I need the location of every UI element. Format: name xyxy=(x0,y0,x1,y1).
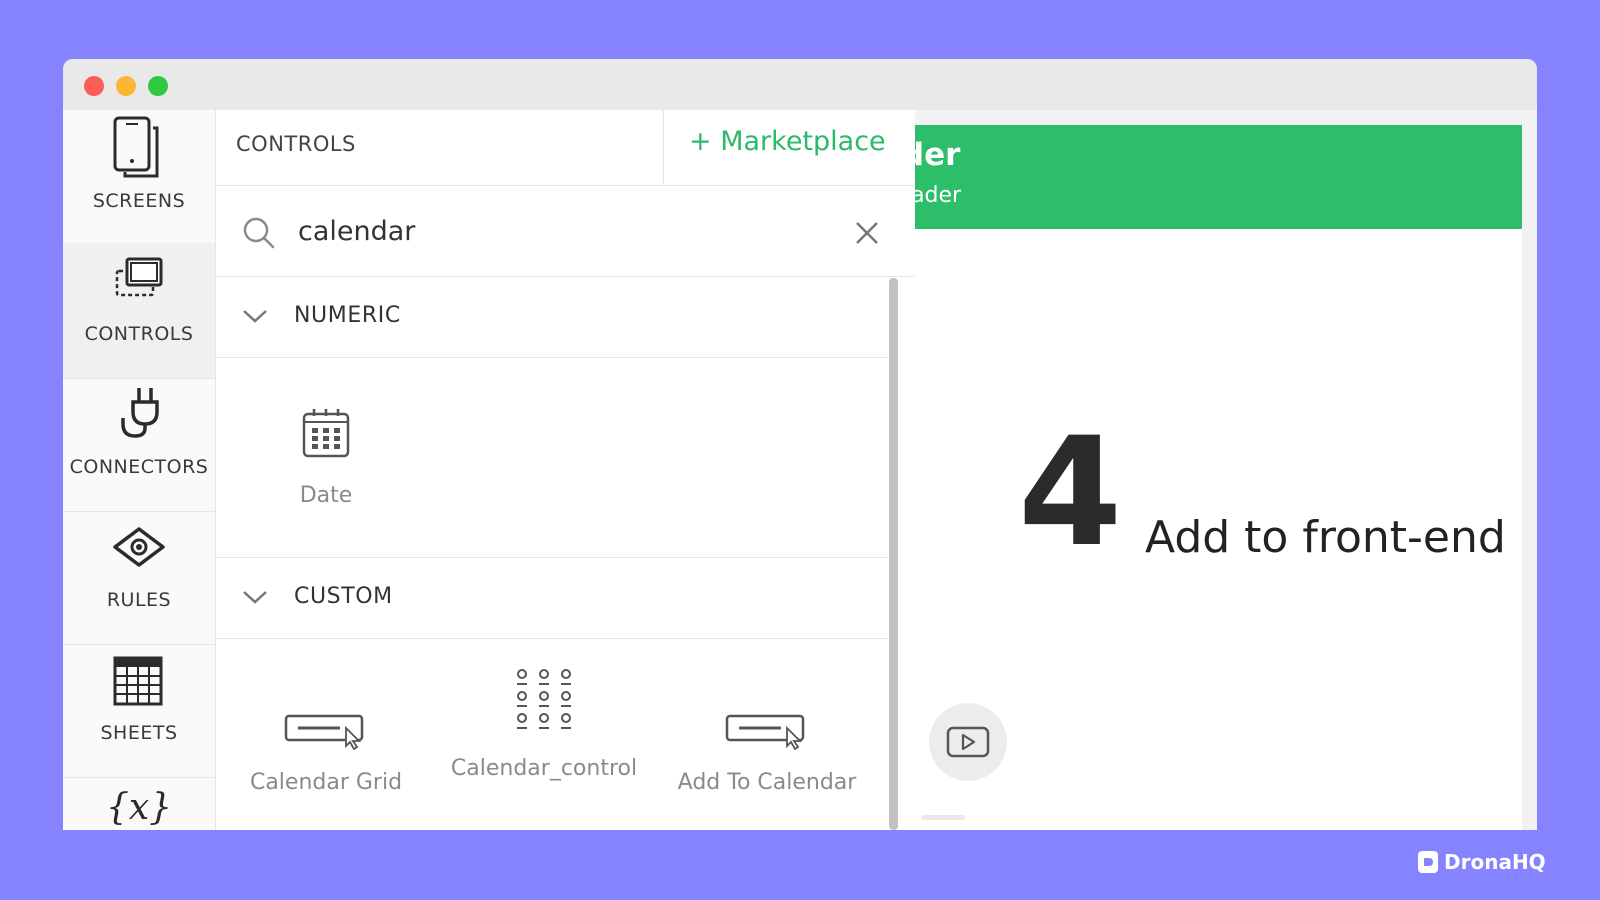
search-input[interactable] xyxy=(296,210,800,252)
control-item-label: Add To Calendar xyxy=(677,770,857,795)
section-title: CUSTOM xyxy=(294,584,393,609)
play-icon xyxy=(946,726,990,758)
control-item-label: Calendar_control xyxy=(450,756,638,781)
panel-header: CONTROLS + Marketplace xyxy=(216,110,914,186)
marketplace-button[interactable]: + Marketplace xyxy=(689,126,886,157)
section-numeric[interactable]: NUMERIC xyxy=(216,277,888,358)
sidebar-item-sheets[interactable]: SHEETS xyxy=(63,642,215,778)
header-subtitle: Header xyxy=(915,183,962,208)
sidebar-item-label: SHEETS xyxy=(100,722,178,744)
sidebar-item-controls[interactable]: CONTROLS xyxy=(63,243,215,379)
brand-logo: DronaHQ xyxy=(1418,849,1546,875)
sidebar-item-label: SCREENS xyxy=(92,190,186,212)
search-icon xyxy=(243,217,275,249)
button-cursor-icon xyxy=(725,714,805,751)
step-number: 4 xyxy=(1018,406,1122,580)
app-header[interactable]: ader Header xyxy=(915,125,1522,229)
control-item-date[interactable]: Date xyxy=(276,407,376,508)
control-item-label: Calendar Grid xyxy=(249,770,403,795)
maximize-window-button[interactable] xyxy=(148,76,168,96)
dronahq-logo-icon xyxy=(1418,851,1438,873)
mobile-screens-icon xyxy=(113,116,159,178)
eye-icon xyxy=(113,527,165,567)
app-window: SCREENS CONTROLS CONNECTORS RULES SHEETS… xyxy=(63,59,1537,830)
preview-canvas: ader Header xyxy=(915,110,1537,830)
sidebar-item-rules[interactable]: RULES xyxy=(63,509,215,645)
controls-icon xyxy=(115,257,163,297)
sidebar-item-label: CONTROLS xyxy=(84,323,194,345)
sidebar-item-screens[interactable]: SCREENS xyxy=(63,110,215,246)
button-cursor-icon xyxy=(284,714,364,751)
step-caption: Add to front-end xyxy=(1145,512,1520,563)
section-title: NUMERIC xyxy=(294,303,401,328)
control-item-calendar-control[interactable]: Calendar_control xyxy=(444,666,644,781)
placeholder-line xyxy=(921,815,965,820)
title-bar xyxy=(63,59,1537,110)
header-title: ader xyxy=(915,137,961,173)
calendar-icon xyxy=(302,409,350,458)
close-icon[interactable] xyxy=(854,220,880,246)
panel-scrollbar[interactable] xyxy=(889,278,898,830)
control-item-calendar-grid[interactable]: Calendar Grid xyxy=(236,710,416,795)
chevron-down-icon xyxy=(243,310,267,323)
brand-name: DronaHQ xyxy=(1444,850,1546,874)
controls-panel: CONTROLS + Marketplace NUMERIC xyxy=(216,110,914,830)
sidebar-item-label: CONNECTORS xyxy=(69,456,209,478)
play-button[interactable] xyxy=(929,703,1007,781)
dot-grid-icon xyxy=(517,669,571,729)
divider xyxy=(663,110,664,185)
minimize-window-button[interactable] xyxy=(116,76,136,96)
sidebar-item-connectors[interactable]: CONNECTORS xyxy=(63,376,215,512)
search-bar xyxy=(216,186,914,277)
section-custom[interactable]: CUSTOM xyxy=(216,557,888,639)
chevron-down-icon xyxy=(243,591,267,604)
table-icon xyxy=(113,656,163,706)
device-preview: ader Header xyxy=(915,125,1522,830)
control-item-label: Date xyxy=(299,483,353,508)
close-window-button[interactable] xyxy=(84,76,104,96)
plug-icon xyxy=(121,388,159,438)
sidebar-item-variables[interactable]: {x} xyxy=(63,775,215,830)
control-item-add-to-calendar[interactable]: Add To Calendar xyxy=(672,710,862,795)
variables-icon: {x} xyxy=(105,787,173,828)
panel-title: CONTROLS xyxy=(236,132,356,156)
sidebar-item-label: RULES xyxy=(106,589,172,611)
sidebar: SCREENS CONTROLS CONNECTORS RULES SHEETS… xyxy=(63,110,216,830)
